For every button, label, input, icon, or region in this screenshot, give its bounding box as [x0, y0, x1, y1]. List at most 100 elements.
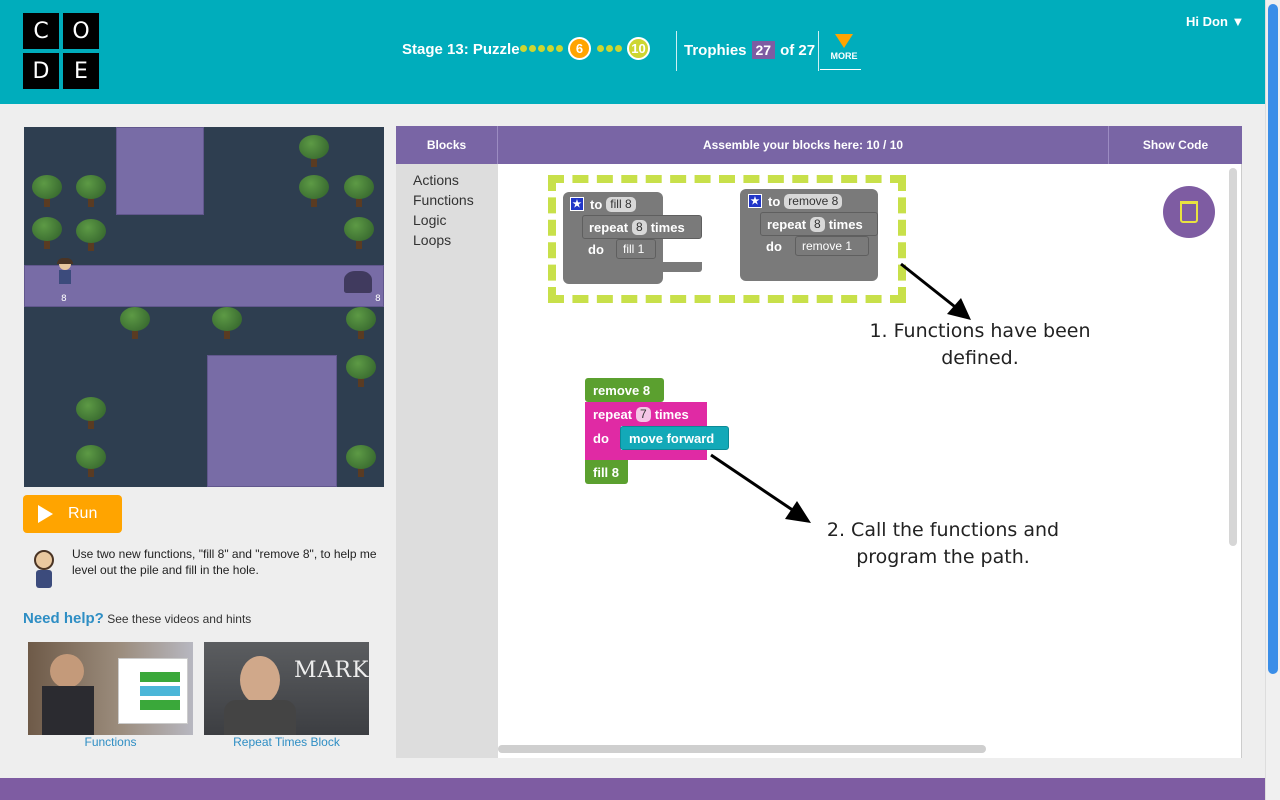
trash-button[interactable] [1163, 186, 1215, 238]
tree-icon [120, 307, 150, 341]
repeat-block[interactable]: repeat 8 times [760, 212, 878, 236]
function-remove-header: ★ to remove 8 [748, 192, 846, 210]
fill-one-block[interactable]: fill 1 [616, 239, 656, 259]
repeat-count-field[interactable]: 8 [632, 219, 647, 235]
workspace-header: Blocks Assemble your blocks here: 10 / 1… [396, 126, 1242, 164]
footer-bar [0, 778, 1265, 800]
workspace-title: Assemble your blocks here: 10 / 10 [702, 138, 904, 152]
tree-icon [76, 445, 106, 479]
repeat-keyword: repeat [593, 406, 633, 422]
more-underline [820, 69, 861, 70]
dirt-pile-icon [344, 271, 372, 293]
puzzle-dot[interactable] [529, 45, 536, 52]
repeat-block-footer [585, 450, 707, 460]
workspace-horizontal-scrollbar[interactable] [498, 745, 986, 753]
category-logic[interactable]: Logic [396, 210, 498, 230]
tree-icon [76, 219, 106, 253]
puzzle-dot[interactable] [606, 45, 613, 52]
repeat-block[interactable]: repeat 8 times [582, 215, 702, 239]
more-button[interactable]: MORE [827, 34, 861, 61]
repeat-count-field[interactable]: 7 [636, 406, 651, 422]
category-functions[interactable]: Functions [396, 190, 498, 210]
function-fill-header: ★ to fill 8 [570, 195, 640, 213]
video-thumbnail-functions[interactable] [28, 642, 193, 735]
annotation-line: defined. [941, 347, 1019, 369]
video-thumbnail-repeat[interactable]: MARK [204, 642, 369, 735]
page-scrollbar[interactable] [1265, 0, 1280, 800]
workspace-vertical-scrollbar[interactable] [1229, 168, 1237, 546]
category-loops[interactable]: Loops [396, 230, 498, 250]
times-keyword: times [828, 216, 863, 232]
run-label: Run [68, 505, 98, 522]
annotation-call-functions: 2. Call the functions and program the pa… [812, 517, 1074, 571]
tree-icon [32, 175, 62, 209]
logo-letter: E [63, 53, 99, 89]
more-label: MORE [830, 51, 858, 61]
tree-icon [299, 175, 329, 209]
repeat-block[interactable]: repeat 7 times [585, 402, 707, 426]
tree-icon [344, 217, 374, 251]
category-actions[interactable]: Actions [396, 170, 498, 190]
video-caption-repeat[interactable]: Repeat Times Block [204, 735, 369, 749]
puzzle-dot[interactable] [556, 45, 563, 52]
page-scrollbar-thumb[interactable] [1268, 4, 1278, 674]
puzzle-dot[interactable] [538, 45, 545, 52]
do-keyword: do [766, 238, 782, 254]
header-divider [676, 31, 677, 71]
tree-icon [76, 175, 106, 209]
current-puzzle-bubble[interactable]: 6 [568, 37, 591, 60]
do-label-block: do [582, 239, 610, 259]
puzzle-dot[interactable] [615, 45, 622, 52]
stage-label: Stage 13: Puzzle [402, 41, 520, 58]
code-logo[interactable]: C O D E [23, 13, 101, 91]
repeat-keyword: repeat [767, 216, 807, 232]
trash-icon [1180, 201, 1198, 223]
tree-icon [344, 175, 374, 209]
puzzle-progress: 6 10 [520, 37, 653, 60]
times-keyword: times [654, 406, 689, 422]
arrow-icon [710, 453, 811, 523]
function-name-field[interactable]: remove 8 [784, 193, 843, 209]
logo-letter: D [23, 53, 59, 89]
show-code-button[interactable]: Show Code [1108, 126, 1242, 164]
dirt-path [24, 265, 384, 307]
chevron-down-icon [835, 34, 853, 48]
tree-icon [346, 307, 376, 341]
game-canvas: 8 8 [24, 127, 384, 487]
hole-depth-label: 8 [375, 294, 381, 304]
puzzle-dot[interactable] [547, 45, 554, 52]
user-menu[interactable]: Hi Don ▼ [1186, 14, 1244, 29]
last-puzzle-bubble[interactable]: 10 [627, 37, 650, 60]
farmer-avatar [28, 548, 60, 590]
tree-icon [346, 355, 376, 389]
repeat-count-field[interactable]: 8 [810, 216, 825, 232]
annotation-line: program the path. [856, 546, 1030, 568]
farmer-character [56, 258, 74, 288]
toolbox-header: Blocks [396, 126, 498, 164]
function-name-field[interactable]: fill 8 [606, 196, 636, 212]
do-label-block: do [585, 426, 621, 450]
function-keyword: to [768, 193, 781, 209]
tree-icon [346, 445, 376, 479]
help-section: Need help? See these videos and hints [23, 610, 251, 627]
repeat-keyword: repeat [589, 219, 629, 235]
times-keyword: times [650, 219, 685, 235]
do-keyword: do [588, 241, 604, 257]
call-remove-8-block[interactable]: remove 8 [585, 378, 664, 402]
play-icon [38, 505, 53, 523]
dirt-tile [116, 127, 204, 215]
trophies-label: Trophies [684, 41, 747, 59]
annotation-functions-defined: 1. Functions have been defined. [862, 318, 1098, 372]
do-keyword: do [593, 430, 609, 446]
remove-one-block[interactable]: remove 1 [795, 236, 869, 256]
annotation-line: 2. Call the functions and [826, 519, 1060, 541]
video-caption-functions[interactable]: Functions [28, 735, 193, 749]
puzzle-dot[interactable] [520, 45, 527, 52]
help-subtitle: See these videos and hints [107, 612, 252, 626]
instructions-text: Use two new functions, "fill 8" and "rem… [72, 547, 377, 577]
logo-letter: O [63, 13, 99, 49]
trophies-total: of 27 [780, 41, 816, 59]
puzzle-dot[interactable] [597, 45, 604, 52]
run-button[interactable]: Run [23, 495, 122, 533]
call-fill-8-block[interactable]: fill 8 [585, 460, 628, 484]
